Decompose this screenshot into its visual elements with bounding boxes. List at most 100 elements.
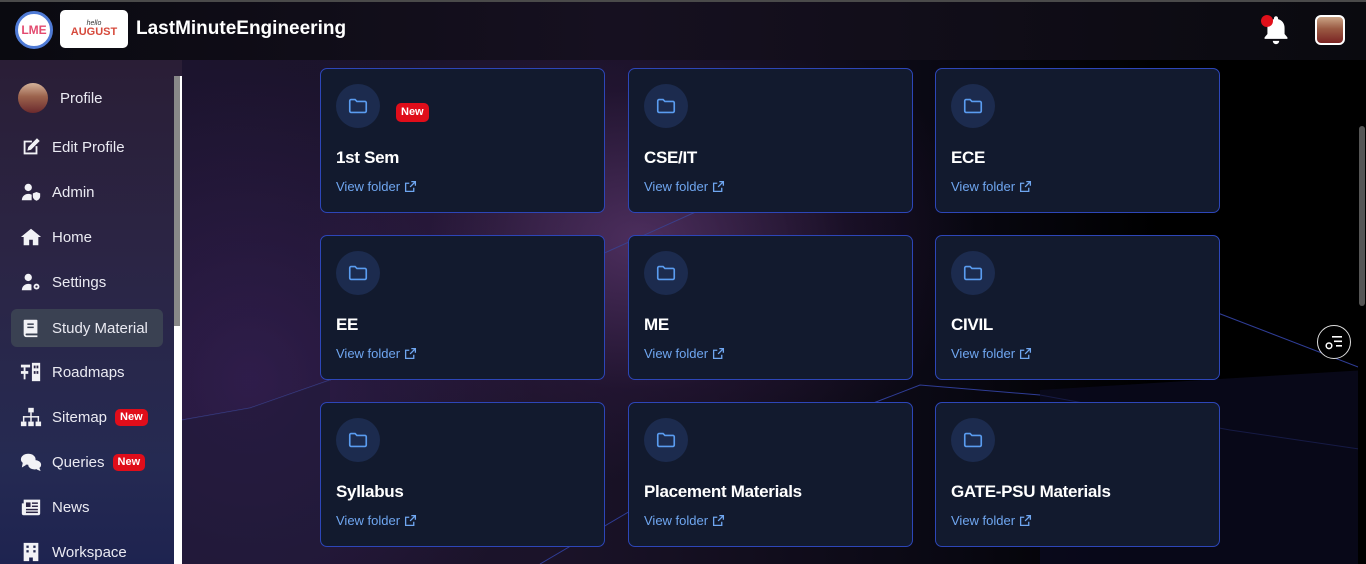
sidebar-item-sitemap[interactable]: Sitemap New: [11, 398, 163, 436]
folder-card-ee[interactable]: EE View folder: [320, 235, 605, 380]
logo-text: LME: [21, 23, 47, 37]
folder-title: GATE-PSU Materials: [951, 482, 1111, 501]
view-folder-label: View folder: [336, 513, 401, 528]
avatar: [18, 83, 48, 113]
view-folder-label: View folder: [951, 513, 1016, 528]
external-link-icon: [1020, 514, 1032, 527]
sidebar-item-profile[interactable]: Profile: [11, 79, 163, 117]
folder-card-syllabus[interactable]: Syllabus View folder: [320, 402, 605, 547]
external-link-icon: [405, 347, 417, 360]
sidebar-item-edit-profile[interactable]: Edit Profile: [11, 128, 163, 166]
view-folder-link[interactable]: View folder: [644, 179, 725, 194]
sidebar-item-home[interactable]: Home: [11, 218, 163, 256]
sidebar-item-label: Queries: [52, 453, 105, 471]
view-folder-label: View folder: [336, 179, 401, 194]
view-folder-label: View folder: [951, 346, 1016, 361]
sidebar-item-label: Profile: [60, 89, 103, 107]
top-bar: LME hello AUGUST LastMinuteEngineering: [0, 0, 1366, 60]
sidebar-item-label: Home: [52, 228, 93, 246]
folder-icon: [644, 84, 688, 128]
folder-title: 1st Sem: [336, 148, 400, 167]
sidebar-scrollbar[interactable]: [174, 76, 182, 564]
sidebar-item-study-material[interactable]: Study Material: [11, 309, 163, 347]
sidebar-item-admin[interactable]: Admin: [11, 173, 163, 211]
filter-list-icon: [1325, 336, 1342, 350]
sidebar-item-roadmaps[interactable]: Roadmaps: [11, 353, 163, 391]
folder-card-ece[interactable]: ECE View folder: [935, 68, 1220, 213]
sidebar-item-label: Settings: [52, 273, 107, 291]
sidebar: Profile Edit Profile Admin Home Settings…: [0, 60, 182, 564]
new-badge: New: [112, 453, 146, 471]
view-folder-link[interactable]: View folder: [336, 346, 417, 361]
folder-card-placement-materials[interactable]: Placement Materials View folder: [628, 402, 913, 547]
sidebar-item-label: News: [52, 498, 90, 516]
view-folder-link[interactable]: View folder: [951, 179, 1032, 194]
folder-icon: [644, 251, 688, 295]
brand-name[interactable]: LastMinuteEngineering: [136, 18, 346, 40]
folder-icon: [336, 251, 380, 295]
home-icon: [18, 226, 44, 248]
new-badge: New: [396, 103, 429, 122]
page-scrollbar[interactable]: [1358, 60, 1366, 564]
folder-card-cse-it[interactable]: CSE/IT View folder: [628, 68, 913, 213]
book-icon: [18, 317, 44, 339]
sidebar-item-label: Sitemap: [52, 408, 108, 426]
comments-icon: [18, 451, 44, 473]
external-link-icon: [405, 180, 417, 193]
view-folder-link[interactable]: View folder: [951, 513, 1032, 528]
sidebar-item-label: Study Material: [52, 319, 148, 337]
folder-icon: [336, 418, 380, 462]
promo-text: AUGUST: [70, 26, 118, 38]
building-icon: [18, 541, 44, 563]
roadmap-icon: [18, 361, 44, 383]
external-link-icon: [405, 514, 417, 527]
sidebar-item-label: Workspace: [52, 543, 127, 561]
sidebar-item-queries[interactable]: Queries New: [11, 443, 163, 481]
view-folder-label: View folder: [951, 179, 1016, 194]
promo-badge[interactable]: hello AUGUST: [60, 10, 128, 48]
external-link-icon: [713, 180, 725, 193]
folder-card-me[interactable]: ME View folder: [628, 235, 913, 380]
folder-icon: [951, 251, 995, 295]
folder-icon: [951, 84, 995, 128]
view-folder-link[interactable]: View folder: [336, 513, 417, 528]
view-folder-link[interactable]: View folder: [336, 179, 417, 194]
edit-icon: [18, 136, 44, 158]
site-logo[interactable]: LME: [15, 11, 53, 49]
newspaper-icon: [18, 496, 44, 518]
page-scroll-thumb[interactable]: [1359, 126, 1365, 306]
sitemap-icon: [18, 406, 44, 428]
view-folder-link[interactable]: View folder: [644, 346, 725, 361]
folder-title: Placement Materials: [644, 482, 802, 501]
folder-title: ECE: [951, 148, 986, 167]
external-link-icon: [713, 347, 725, 360]
sidebar-item-settings[interactable]: Settings: [11, 263, 163, 301]
external-link-icon: [1020, 347, 1032, 360]
folder-icon: [336, 84, 380, 128]
sidebar-item-label: Admin: [52, 183, 95, 201]
folder-card-1st-sem[interactable]: New 1st Sem View folder: [320, 68, 605, 213]
folder-title: CSE/IT: [644, 148, 697, 167]
notification-dot: [1261, 15, 1273, 27]
sidebar-item-label: Edit Profile: [52, 138, 125, 156]
external-link-icon: [1020, 180, 1032, 193]
view-folder-label: View folder: [644, 179, 709, 194]
sidebar-item-news[interactable]: News: [11, 488, 163, 526]
view-folder-label: View folder: [336, 346, 401, 361]
view-folder-link[interactable]: View folder: [951, 346, 1032, 361]
folder-title: CIVIL: [951, 315, 993, 334]
user-gear-icon: [18, 271, 44, 293]
folder-card-civil[interactable]: CIVIL View folder: [935, 235, 1220, 380]
sidebar-item-label: Roadmaps: [52, 363, 125, 381]
folder-title: ME: [644, 315, 669, 334]
user-shield-icon: [18, 181, 44, 203]
filter-button[interactable]: [1317, 325, 1351, 359]
folder-title: EE: [336, 315, 359, 334]
external-link-icon: [713, 514, 725, 527]
user-avatar[interactable]: [1315, 15, 1345, 45]
view-folder-link[interactable]: View folder: [644, 513, 725, 528]
sidebar-scroll-thumb[interactable]: [174, 76, 180, 326]
sidebar-item-workspace[interactable]: Workspace: [11, 533, 163, 564]
folder-card-gate-psu-materials[interactable]: GATE-PSU Materials View folder: [935, 402, 1220, 547]
view-folder-label: View folder: [644, 346, 709, 361]
